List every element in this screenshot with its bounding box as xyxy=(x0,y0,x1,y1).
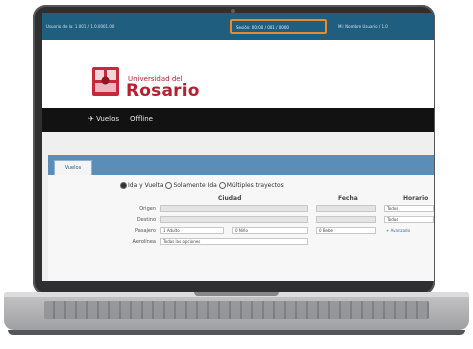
nav-item-offline[interactable]: Offline xyxy=(130,115,153,123)
trip-type-options: Ida y Vuelta Solamente Ida Múltiples tra… xyxy=(120,182,284,189)
main-nav: ✈ Vuelos Offline xyxy=(42,108,434,132)
label-destination: Destino xyxy=(136,217,156,223)
label-origin: Origen xyxy=(139,206,156,212)
nav-item-vuelos[interactable]: ✈ Vuelos xyxy=(88,115,119,123)
label-airline: Aerolínea xyxy=(132,239,156,245)
nav-item-vuelos-label: Vuelos xyxy=(96,115,120,123)
destination-schedule-select[interactable]: Todos xyxy=(384,216,434,223)
header-city: Ciudad xyxy=(218,195,242,202)
tab-vuelos[interactable]: Vuelos xyxy=(54,160,92,176)
laptop-screen: Usuario de la: 1.001 / 1.0.0001.00 Sesió… xyxy=(42,13,434,281)
highlighted-session-field: Sesión: 00:00 / 001 / 0000 xyxy=(230,19,327,34)
laptop-hinge-notch xyxy=(194,292,279,296)
laptop-foot xyxy=(8,330,465,335)
laptop-keyboard xyxy=(44,301,429,319)
topbar-session-info: Sesión: 00:00 / 001 / 0000 xyxy=(236,25,289,30)
topbar-account-info: Mi: Nombre Usuario / 1.0 xyxy=(338,24,388,29)
brand-line-2: Rosario xyxy=(126,81,200,101)
header-date: Fecha xyxy=(338,195,358,202)
radio-multi-leg-label: Múltiples trayectos xyxy=(226,182,284,189)
laptop-base xyxy=(4,292,469,330)
header-schedule: Horario xyxy=(403,195,429,202)
radio-round-trip-label: Ida y Vuelta xyxy=(128,182,164,189)
radio-round-trip[interactable] xyxy=(120,182,127,189)
radio-one-way-label: Solamente Ida xyxy=(173,182,217,189)
origin-date-input[interactable] xyxy=(316,205,376,212)
adults-select[interactable]: 1 Adulto xyxy=(160,227,224,234)
booking-panel: Vuelos Ida y Vuelta Solamente Ida Múltip… xyxy=(42,132,434,281)
tab-strip: Vuelos xyxy=(48,155,434,176)
header-logo-area: Universidad del Rosario xyxy=(42,40,434,108)
origin-input[interactable] xyxy=(160,205,308,212)
nav-item-offline-label: Offline xyxy=(130,115,153,123)
label-passengers: Pasajero xyxy=(135,228,156,234)
top-info-bar: Usuario de la: 1.001 / 1.0.0001.00 Sesió… xyxy=(42,13,434,40)
university-crest-icon xyxy=(92,67,119,96)
airline-select[interactable]: Todas las opciones xyxy=(160,238,308,245)
children-select[interactable]: 0 Niño xyxy=(232,227,308,234)
origin-schedule-select[interactable]: Todos xyxy=(384,205,434,212)
advanced-link[interactable]: + Avanzado xyxy=(386,228,410,233)
flight-search-form: Ida y Vuelta Solamente Ida Múltiples tra… xyxy=(48,175,434,281)
topbar-user-info: Usuario de la: 1.001 / 1.0.0001.00 xyxy=(46,24,115,29)
infants-select[interactable]: 0 Bebe xyxy=(316,227,376,234)
radio-multi-leg[interactable] xyxy=(218,182,226,189)
destination-input[interactable] xyxy=(160,216,308,223)
destination-date-input[interactable] xyxy=(316,216,376,223)
radio-one-way[interactable] xyxy=(165,182,173,189)
